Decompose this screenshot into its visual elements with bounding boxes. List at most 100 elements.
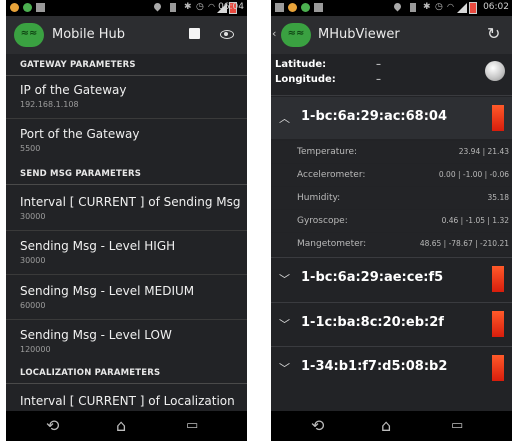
divider bbox=[6, 274, 247, 275]
pref-gateway-ip[interactable]: IP of the Gateway 192.168.1.108 bbox=[20, 83, 239, 109]
sensor-row: Temperature: 23.94 | 21.43 bbox=[271, 141, 512, 163]
device-status-indicator bbox=[492, 355, 504, 381]
recents-icon[interactable]: ▭ bbox=[451, 418, 463, 433]
status-time: 06:02 bbox=[483, 2, 509, 12]
sensor-label: Mangetometer: bbox=[297, 239, 367, 249]
wifi-icon: ◠ bbox=[208, 2, 215, 11]
pref-level-low[interactable]: Sending Msg - Level LOW 120000 bbox=[20, 328, 239, 354]
wifi-icon: ◠ bbox=[447, 2, 454, 11]
sensor-row: Mangetometer: 48.65 | -78.67 | -210.21 bbox=[271, 233, 512, 255]
pref-title: Interval [ CURRENT ] of Localization bbox=[20, 394, 235, 408]
chevron-down-icon: ﹀ bbox=[279, 318, 290, 331]
divider bbox=[6, 118, 247, 119]
home-icon[interactable]: ⌂ bbox=[116, 416, 126, 435]
device-name: 1-bc:6a:29:ae:ce:f5 bbox=[301, 270, 444, 285]
divider bbox=[6, 230, 247, 231]
section-header-localization: LOCALIZATION PARAMETERS bbox=[6, 362, 247, 384]
sensor-value: 35.18 bbox=[487, 193, 509, 202]
sensor-row: Accelerometer: 0.00 | -1.00 | -0.06 bbox=[271, 164, 512, 186]
sensor-label: Gyroscope: bbox=[297, 216, 348, 226]
notification-icon bbox=[10, 3, 19, 12]
device-row-expanded[interactable]: ︿ 1-bc:6a:29:ac:68:04 bbox=[271, 97, 512, 139]
app-title: Mobile Hub bbox=[52, 27, 126, 42]
bluetooth-icon: ✱ bbox=[423, 2, 431, 12]
pref-title: Sending Msg - Level LOW bbox=[20, 328, 172, 342]
alarm-icon: ◷ bbox=[196, 2, 204, 12]
pref-summary: 120000 bbox=[20, 345, 51, 354]
section-header-send-msg: SEND MSG PARAMETERS bbox=[6, 163, 247, 185]
pref-title: Port of the Gateway bbox=[20, 127, 140, 141]
status-bar: ✱ ◷ ◠ 06:04 bbox=[6, 0, 247, 16]
device-name: 1-bc:6a:29:ac:68:04 bbox=[301, 109, 448, 124]
pref-level-medium[interactable]: Sending Msg - Level MEDIUM 60000 bbox=[20, 284, 239, 310]
pref-title: IP of the Gateway bbox=[20, 83, 127, 97]
navigation-bar: ⟲ ⌂ ▭ bbox=[6, 411, 247, 441]
pref-interval-localization[interactable]: Interval [ CURRENT ] of Localization bbox=[20, 394, 239, 408]
chevron-down-icon: ﹀ bbox=[279, 362, 290, 375]
sensor-value: 23.94 | 21.43 bbox=[458, 147, 509, 156]
status-bar: ✱ ◷ ◠ 06:02 bbox=[271, 0, 512, 16]
action-bar: ≈≈ Mobile Hub bbox=[6, 16, 247, 54]
signal-icon bbox=[457, 3, 467, 13]
notification-icon bbox=[275, 3, 284, 12]
notification-icon bbox=[36, 3, 45, 12]
device-status-indicator bbox=[492, 105, 504, 131]
notification-icon bbox=[288, 3, 297, 12]
pref-title: Sending Msg - Level MEDIUM bbox=[20, 284, 195, 298]
longitude-value: – bbox=[376, 74, 381, 85]
pref-level-high[interactable]: Sending Msg - Level HIGH 30000 bbox=[20, 239, 239, 265]
back-icon[interactable]: ⟲ bbox=[311, 416, 324, 435]
recents-icon[interactable]: ▭ bbox=[186, 418, 198, 433]
latitude-label: Latitude: bbox=[275, 59, 327, 70]
sensor-value: 0.46 | -1.05 | 1.32 bbox=[441, 216, 509, 225]
pref-summary: 192.168.1.108 bbox=[20, 100, 79, 109]
sensor-value: 0.00 | -1.00 | -0.06 bbox=[438, 170, 509, 179]
navigation-bar: ⟲ ⌂ ▭ bbox=[271, 411, 512, 441]
vibrate-icon bbox=[170, 3, 176, 12]
pref-title: Interval [ CURRENT ] of Sending Msg bbox=[20, 195, 241, 209]
notification-icon bbox=[314, 3, 323, 12]
notification-icon bbox=[23, 3, 32, 12]
bluetooth-icon: ✱ bbox=[184, 2, 192, 12]
device-row[interactable]: ﹀ 1-bc:6a:29:ae:ce:f5 bbox=[271, 258, 512, 300]
home-icon[interactable]: ⌂ bbox=[381, 416, 391, 435]
longitude-label: Longitude: bbox=[275, 74, 336, 85]
device-row[interactable]: ﹀ 1-1c:ba:8c:20:eb:2f bbox=[271, 303, 512, 345]
sensor-value: 48.65 | -78.67 | -210.21 bbox=[419, 239, 509, 248]
pref-interval-sending[interactable]: Interval [ CURRENT ] of Sending Msg 3000… bbox=[20, 195, 241, 221]
action-bar: ‹ ≈≈ MHubViewer ↻ bbox=[271, 16, 512, 54]
pref-summary: 30000 bbox=[20, 212, 46, 221]
connection-status-light bbox=[485, 61, 505, 81]
section-header-gateway: GATEWAY PARAMETERS bbox=[6, 54, 247, 76]
battery-icon bbox=[469, 2, 477, 14]
notification-icon bbox=[301, 3, 310, 12]
sensor-row: Gyroscope: 0.46 | -1.05 | 1.32 bbox=[271, 210, 512, 232]
eye-icon[interactable] bbox=[220, 30, 234, 39]
app-title: MHubViewer bbox=[318, 27, 400, 42]
latitude-value: – bbox=[376, 59, 381, 70]
hub-logo-icon: ≈≈ bbox=[281, 23, 311, 47]
sensor-label: Accelerometer: bbox=[297, 170, 366, 180]
refresh-icon[interactable]: ↻ bbox=[487, 24, 500, 43]
location-icon bbox=[152, 1, 163, 12]
sensor-row: Humidity: 35.18 bbox=[271, 187, 512, 209]
pref-summary: 30000 bbox=[20, 256, 46, 265]
hub-logo-icon: ≈≈ bbox=[14, 23, 44, 47]
back-icon[interactable]: ‹ bbox=[272, 27, 276, 40]
device-status-indicator bbox=[492, 266, 504, 292]
back-icon[interactable]: ⟲ bbox=[46, 416, 59, 435]
pref-gateway-port[interactable]: Port of the Gateway 5500 bbox=[20, 127, 239, 153]
divider bbox=[6, 319, 247, 320]
chevron-up-icon: ︿ bbox=[279, 112, 290, 125]
pref-title: Sending Msg - Level HIGH bbox=[20, 239, 176, 253]
vibrate-icon bbox=[410, 3, 416, 12]
mobile-hub-screen: ✱ ◷ ◠ 06:04 ≈≈ Mobile Hub GATEWAY PARAME… bbox=[6, 0, 247, 441]
checkbox-icon[interactable] bbox=[189, 28, 200, 39]
device-name: 1-34:b1:f7:d5:08:b2 bbox=[301, 359, 448, 374]
device-row[interactable]: ﹀ 1-34:b1:f7:d5:08:b2 bbox=[271, 347, 512, 389]
sensor-label: Humidity: bbox=[297, 193, 341, 203]
device-name: 1-1c:ba:8c:20:eb:2f bbox=[301, 315, 444, 330]
location-icon bbox=[392, 1, 403, 12]
pref-summary: 60000 bbox=[20, 301, 46, 310]
chevron-down-icon: ﹀ bbox=[279, 273, 290, 286]
